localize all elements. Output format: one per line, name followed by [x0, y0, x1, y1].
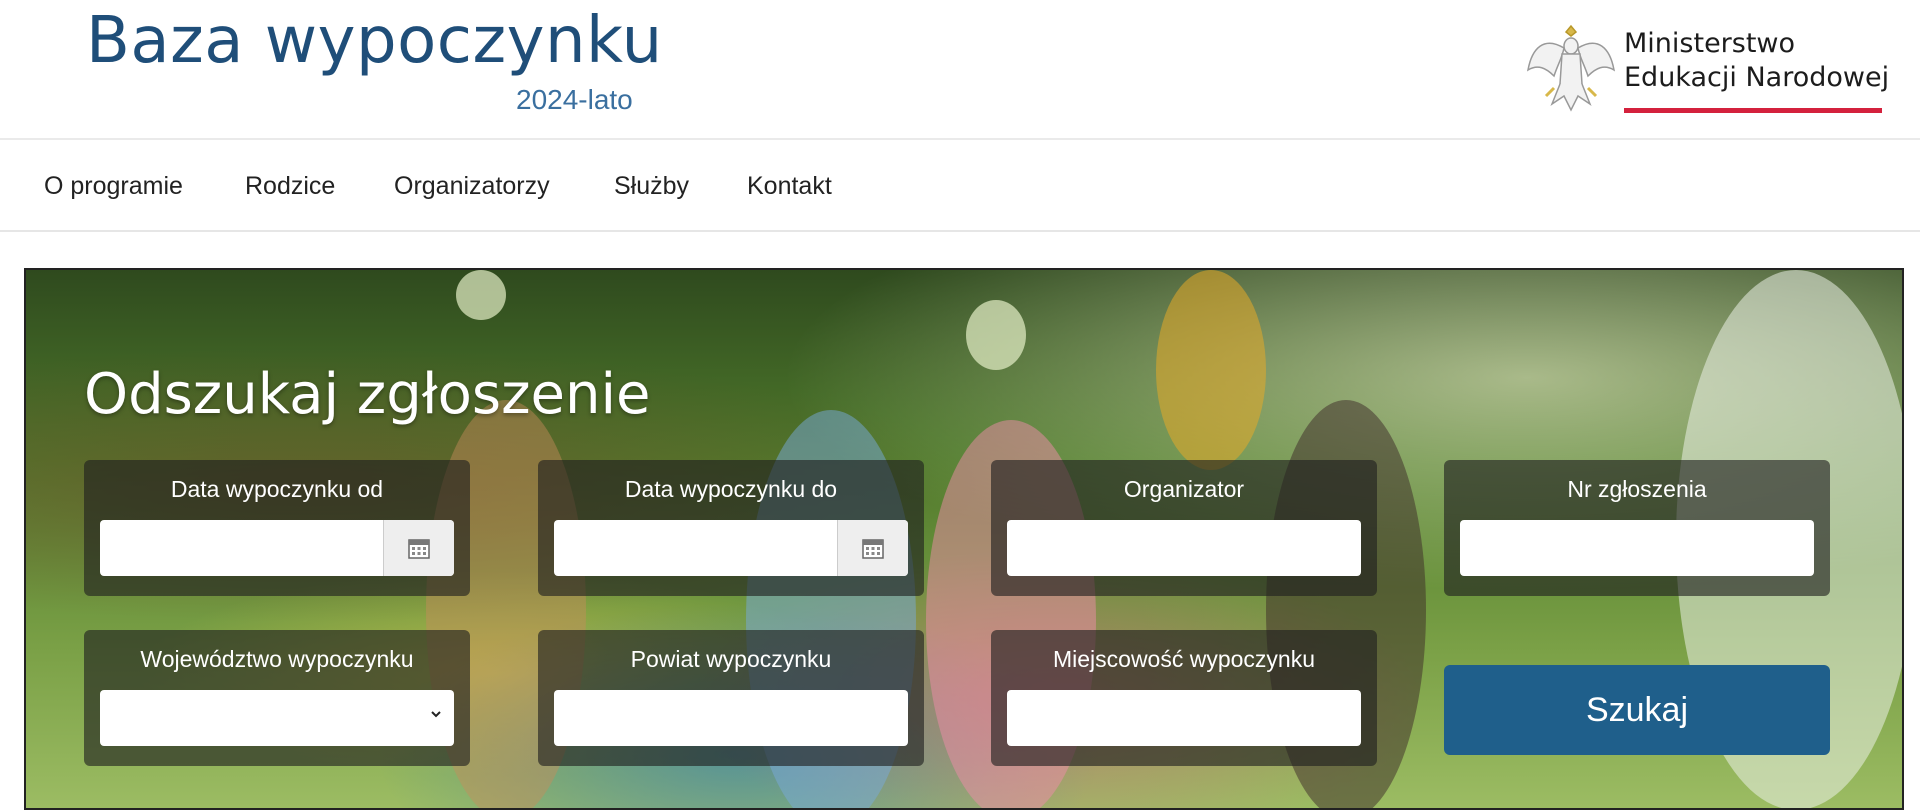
voivodeship-label: Województwo wypoczynku — [140, 646, 414, 672]
voivodeship-select[interactable] — [100, 690, 454, 746]
main-nav: O programie Rodzice Organizatorzy Służby… — [0, 140, 1920, 232]
background-flower — [1156, 270, 1266, 470]
date-from-input[interactable] — [100, 520, 454, 576]
date-from-label: Data wypoczynku od — [170, 476, 384, 502]
date-to-group: Data wypoczynku do — [538, 460, 924, 596]
site-header: Baza wypoczynku 2024-lato Ministerstwo E… — [0, 0, 1920, 140]
date-to-calendar-button[interactable] — [837, 520, 908, 576]
nav-divider — [0, 230, 1920, 232]
ministry-logo[interactable]: Ministerstwo Edukacji Narodowej — [1520, 16, 1900, 120]
site-subtitle: 2024-lato — [516, 84, 633, 115]
hero-title: Odszukaj zgłoszenie — [84, 362, 651, 427]
nav-item-organizatorzy[interactable]: Organizatorzy — [394, 172, 550, 201]
polish-eagle-icon — [1526, 24, 1616, 112]
application-number-group: Nr zgłoszenia — [1444, 460, 1830, 596]
background-flower — [966, 300, 1026, 370]
organizer-label: Organizator — [1123, 476, 1245, 502]
nav-item-kontakt[interactable]: Kontakt — [747, 172, 832, 201]
county-label: Powiat wypoczynku — [630, 646, 832, 672]
background-flower — [456, 270, 506, 320]
chevron-down-icon — [431, 711, 441, 718]
application-number-input[interactable] — [1460, 520, 1814, 576]
county-input[interactable] — [554, 690, 908, 746]
date-to-input[interactable] — [554, 520, 908, 576]
site-title[interactable]: Baza wypoczynku — [86, 4, 663, 78]
organizer-group: Organizator — [991, 460, 1377, 596]
locality-group: Miejscowość wypoczynku — [991, 630, 1377, 766]
voivodeship-group: Województwo wypoczynku — [84, 630, 470, 766]
ministry-name-line2: Edukacji Narodowej — [1624, 62, 1890, 93]
nav-item-sluzby[interactable]: Służby — [614, 172, 689, 201]
hero-search-panel: Odszukaj zgłoszenie Data wypoczynku od D… — [24, 268, 1904, 810]
nav-item-rodzice[interactable]: Rodzice — [245, 172, 335, 201]
calendar-icon — [862, 539, 884, 559]
search-button[interactable]: Szukaj — [1444, 665, 1830, 755]
ministry-accent-bar — [1624, 108, 1882, 113]
locality-label: Miejscowość wypoczynku — [1052, 646, 1316, 672]
date-from-calendar-button[interactable] — [383, 520, 454, 576]
nav-item-o-programie[interactable]: O programie — [44, 172, 183, 201]
application-number-label: Nr zgłoszenia — [1567, 476, 1707, 502]
locality-input[interactable] — [1007, 690, 1361, 746]
ministry-name-line1: Ministerstwo — [1624, 28, 1796, 59]
county-group: Powiat wypoczynku — [538, 630, 924, 766]
organizer-input[interactable] — [1007, 520, 1361, 576]
date-to-label: Data wypoczynku do — [624, 476, 838, 502]
calendar-icon — [408, 539, 430, 559]
date-from-group: Data wypoczynku od — [84, 460, 470, 596]
